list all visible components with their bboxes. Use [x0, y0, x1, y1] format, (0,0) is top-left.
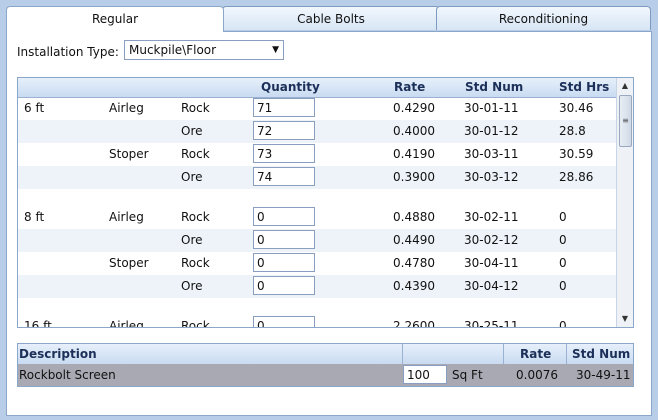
- std-hrs-cell: 0: [559, 233, 567, 247]
- table-row: Ore 72 0.4000 30-01-12 28.8: [18, 120, 618, 143]
- tab-reconditioning[interactable]: Reconditioning: [436, 6, 651, 30]
- rate-cell: 0.4190: [393, 147, 435, 161]
- quantity-input[interactable]: 72: [253, 121, 315, 140]
- table-row: 6 ft Airleg Rock 71 0.4290 30-01-11 30.4…: [18, 97, 618, 120]
- installation-type-select[interactable]: Muckpile\Floor ▼: [124, 40, 284, 60]
- quantity-input[interactable]: 0: [253, 276, 315, 295]
- std-num-cell: 30-02-12: [464, 233, 519, 247]
- chevron-down-icon[interactable]: ▼: [272, 41, 279, 59]
- quantity-input[interactable]: 71: [253, 98, 315, 117]
- quantity-input[interactable]: 73: [253, 144, 315, 163]
- length-cell: 6 ft: [24, 101, 45, 115]
- header-std-hrs: Std Hrs: [559, 80, 610, 94]
- std-num-cell: 30-01-11: [464, 101, 519, 115]
- std-hrs-cell: 30.46: [559, 101, 594, 115]
- table-row: 8 ft Airleg Rock 0 0.4880 30-02-11 0: [18, 206, 618, 229]
- tab-cable-bolts[interactable]: Cable Bolts: [222, 6, 440, 30]
- screen-table-header: Description Rate Std Num: [18, 344, 633, 365]
- spacer-row: [18, 189, 618, 206]
- material-cell: Rock: [181, 256, 210, 270]
- installation-type-value: Muckpile\Floor: [129, 43, 217, 57]
- std-hrs-cell: 28.86: [559, 170, 594, 184]
- material-cell: Ore: [181, 233, 203, 247]
- quantity-input[interactable]: 0: [253, 316, 315, 327]
- column-divider: [503, 344, 504, 364]
- scroll-up-icon[interactable]: ▲: [617, 78, 633, 94]
- material-cell: Rock: [181, 147, 210, 161]
- header-rate: Rate: [394, 80, 426, 94]
- std-hrs-cell: 0: [559, 319, 567, 328]
- rate-cell: 0.0076: [516, 368, 558, 382]
- rate-cell: 0.4290: [393, 101, 435, 115]
- std-num-cell: 30-03-12: [464, 170, 519, 184]
- method-cell: Stoper: [109, 147, 149, 161]
- bolts-grid: Quantity Rate Std Num Std Hrs 6 ft Airle…: [17, 77, 634, 328]
- table-row: Ore 74 0.3900 30-03-12 28.86: [18, 166, 618, 189]
- scroll-thumb[interactable]: ≡: [619, 95, 632, 147]
- std-hrs-cell: 0: [559, 279, 567, 293]
- header-rate: Rate: [520, 347, 552, 361]
- rate-cell: 0.4000: [393, 124, 435, 138]
- table-row: Stoper Rock 73 0.4190 30-03-11 30.59: [18, 143, 618, 166]
- screen-quantity-input[interactable]: 100: [403, 365, 447, 384]
- column-divider: [566, 344, 567, 364]
- std-hrs-cell: 0: [559, 256, 567, 270]
- method-cell: Airleg: [109, 210, 144, 224]
- method-cell: Airleg: [109, 101, 144, 115]
- std-hrs-cell: 30.59: [559, 147, 594, 161]
- rate-cell: 0.4490: [393, 233, 435, 247]
- material-cell: Rock: [181, 319, 210, 328]
- method-cell: Stoper: [109, 256, 149, 270]
- std-hrs-cell: 0: [559, 210, 567, 224]
- rate-cell: 2.2600: [393, 319, 435, 328]
- quantity-input[interactable]: 0: [253, 207, 315, 226]
- header-std-num: Std Num: [465, 80, 524, 94]
- grid-header: Quantity Rate Std Num Std Hrs: [18, 78, 618, 98]
- std-num-cell: 30-04-11: [464, 256, 519, 270]
- rate-cell: 0.4390: [393, 279, 435, 293]
- length-cell: 16 ft: [24, 319, 52, 328]
- tab-regular[interactable]: Regular: [6, 6, 224, 32]
- material-cell: Rock: [181, 101, 210, 115]
- std-num-cell: 30-25-11: [464, 319, 519, 328]
- header-std-num: Std Num: [572, 347, 631, 361]
- rate-cell: 0.4780: [393, 256, 435, 270]
- table-row: Stoper Rock 0 0.4780 30-04-11 0: [18, 252, 618, 275]
- screen-table: Description Rate Std Num Rockbolt Screen…: [17, 343, 634, 387]
- table-row: Ore 0 0.4490 30-02-12 0: [18, 229, 618, 252]
- std-num-cell: 30-04-12: [464, 279, 519, 293]
- column-divider: [402, 344, 403, 364]
- header-description: Description: [19, 347, 97, 361]
- quantity-input[interactable]: 74: [253, 167, 315, 186]
- description-cell: Rockbolt Screen: [19, 368, 116, 382]
- length-cell: 8 ft: [24, 210, 45, 224]
- table-row: 16 ft Airleg Rock 0 2.2600 30-25-11 0: [18, 315, 618, 328]
- std-num-cell: 30-02-11: [464, 210, 519, 224]
- spacer-row: [18, 298, 618, 315]
- material-cell: Ore: [181, 279, 203, 293]
- rate-cell: 0.3900: [393, 170, 435, 184]
- header-quantity: Quantity: [261, 80, 320, 94]
- std-hrs-cell: 28.8: [559, 124, 586, 138]
- quantity-input[interactable]: 0: [253, 253, 315, 272]
- std-num-cell: 30-01-12: [464, 124, 519, 138]
- material-cell: Rock: [181, 210, 210, 224]
- std-num-cell: 30-49-11: [576, 368, 631, 382]
- screen-table-row: Rockbolt Screen 100 Sq Ft 0.0076 30-49-1…: [18, 364, 633, 386]
- unit-cell: Sq Ft: [452, 368, 483, 382]
- material-cell: Ore: [181, 170, 203, 184]
- material-cell: Ore: [181, 124, 203, 138]
- grid-scrollbar[interactable]: ▲ ≡ ▼: [616, 78, 633, 327]
- rate-cell: 0.4880: [393, 210, 435, 224]
- method-cell: Airleg: [109, 319, 144, 328]
- scroll-down-icon[interactable]: ▼: [617, 311, 633, 327]
- table-row: Ore 0 0.4390 30-04-12 0: [18, 275, 618, 298]
- quantity-input[interactable]: 0: [253, 230, 315, 249]
- installation-type-label: Installation Type:: [17, 45, 119, 59]
- std-num-cell: 30-03-11: [464, 147, 519, 161]
